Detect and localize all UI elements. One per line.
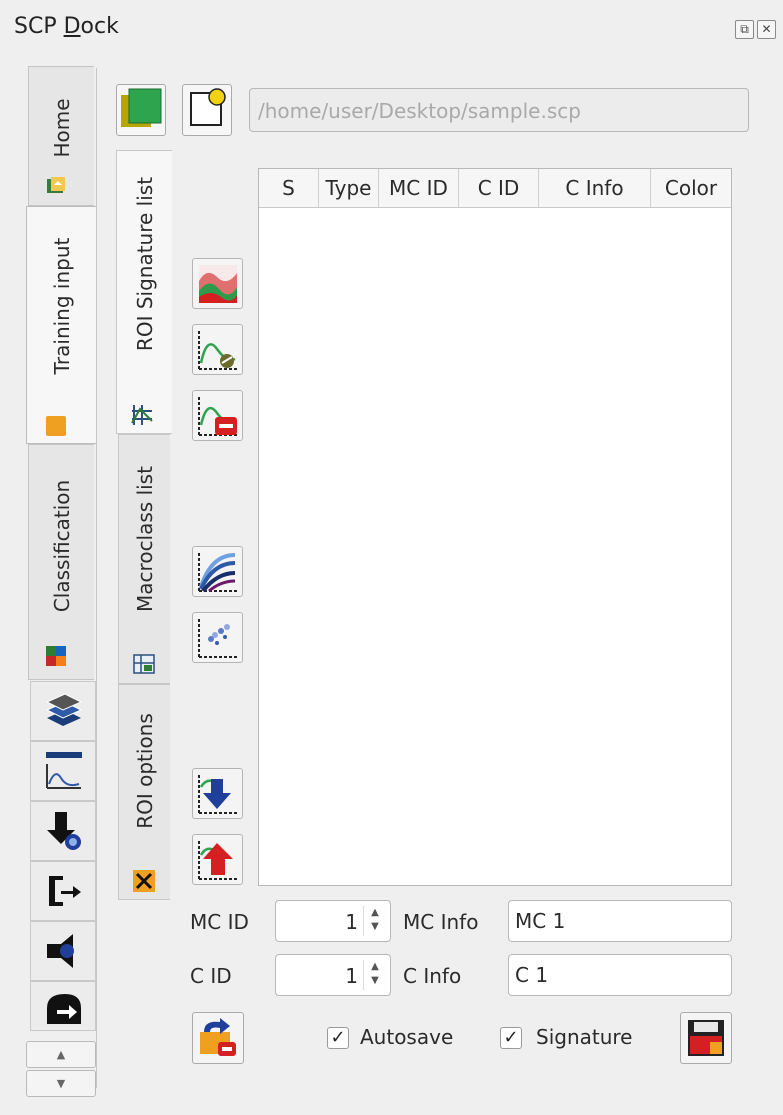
delete-signatures-button[interactable] <box>192 390 243 441</box>
spectral-plot-icon <box>46 752 82 789</box>
tool-tab-preprocessing[interactable] <box>30 861 96 921</box>
roi-signature-icon <box>131 405 153 425</box>
tool-tab-band-calc[interactable] <box>30 981 96 1031</box>
merge-signatures-icon <box>199 265 237 303</box>
postprocessing-icon <box>47 934 74 968</box>
table-body[interactable] <box>259 208 731 886</box>
autosave-checkbox[interactable]: ✓ <box>327 1027 349 1049</box>
c-id-spinbox[interactable]: 1 ▲ ▼ <box>275 954 391 996</box>
tab-roi-options-label: ROI options <box>132 712 157 829</box>
open-training-input-icon <box>190 88 226 126</box>
macroclass-icon <box>133 654 155 674</box>
spectral-signature-plot-button[interactable] <box>192 546 243 597</box>
roi-options-icon <box>133 870 155 892</box>
import-signatures-button[interactable] <box>192 768 243 819</box>
float-icon[interactable]: ⧉ <box>735 20 754 39</box>
table-header: S Type MC ID C ID C Info Color <box>259 169 731 208</box>
preprocessing-icon <box>49 876 81 906</box>
close-icon[interactable]: ✕ <box>757 20 776 39</box>
c-info-field[interactable]: C 1 <box>508 954 732 996</box>
signature-checkbox[interactable]: ✓ <box>500 1027 522 1049</box>
column-header-color[interactable]: Color <box>651 169 731 207</box>
home-icon <box>47 177 65 193</box>
export-signatures-icon <box>198 841 237 880</box>
c-id-stepper-arrows[interactable]: ▲ ▼ <box>363 960 386 990</box>
export-signatures-button[interactable] <box>192 834 243 885</box>
tab-classification[interactable]: Classification <box>28 444 94 680</box>
save-roi-button[interactable] <box>680 1012 732 1064</box>
tab-training-input-label: Training input <box>49 237 74 375</box>
mc-id-spinbox[interactable]: 1 ▲ ▼ <box>275 900 391 942</box>
tab-home-label: Home <box>49 98 74 158</box>
tab-macroclass-list[interactable]: Macroclass list <box>118 434 170 684</box>
save-roi-icon <box>688 1020 724 1056</box>
training-input-icon <box>46 416 66 436</box>
merge-signatures-button[interactable] <box>192 258 243 309</box>
tool-tab-download[interactable] <box>30 801 96 861</box>
roi-signature-table[interactable]: S Type MC ID C ID C Info Color <box>258 168 732 886</box>
undo-save-icon <box>200 1018 236 1056</box>
column-header-mc-id[interactable]: MC ID <box>379 169 459 207</box>
training-file-path-field[interactable]: /home/user/Desktop/sample.scp <box>249 88 749 132</box>
undo-save-button[interactable] <box>192 1012 244 1064</box>
c-id-value: 1 <box>345 964 358 988</box>
spectral-signature-plot-icon <box>198 553 237 593</box>
new-training-input-button[interactable] <box>116 84 166 136</box>
tab-training-input[interactable]: Training input <box>26 206 96 444</box>
delete-signatures-icon <box>198 397 237 436</box>
column-header-c-id[interactable]: C ID <box>459 169 539 207</box>
c-info-label: C Info <box>403 964 462 988</box>
tool-tab-postprocessing[interactable] <box>30 921 96 981</box>
band-calc-icon <box>47 994 81 1024</box>
tab-roi-signature-list-label: ROI Signature list <box>132 176 157 351</box>
autosave-label: Autosave <box>360 1025 454 1049</box>
band-set-icon <box>45 693 83 726</box>
tool-tab-band-set[interactable] <box>30 681 96 741</box>
mc-info-field[interactable]: MC 1 <box>508 900 732 942</box>
scroll-down-button[interactable]: ▼ <box>26 1070 96 1097</box>
tab-roi-signature-list[interactable]: ROI Signature list <box>116 150 172 434</box>
tab-home[interactable]: Home <box>28 66 94 206</box>
scatter-plot-icon <box>198 619 237 658</box>
tab-classification-label: Classification <box>49 479 74 612</box>
new-training-input-icon <box>121 88 162 127</box>
tab-macroclass-list-label: Macroclass list <box>132 466 157 613</box>
download-icon <box>47 812 81 850</box>
dock-title: SCP Dock <box>14 14 119 39</box>
calculate-signatures-icon <box>198 331 237 370</box>
open-training-input-button[interactable] <box>182 84 232 136</box>
column-header-s[interactable]: S <box>259 169 319 207</box>
mc-id-stepper-arrows[interactable]: ▲ ▼ <box>363 906 386 936</box>
classification-icon <box>46 646 66 666</box>
mc-info-label: MC Info <box>403 910 479 934</box>
import-signatures-icon <box>198 775 237 814</box>
scatter-plot-button[interactable] <box>192 612 243 663</box>
tab-roi-options[interactable]: ROI options <box>118 684 170 900</box>
calculate-signatures-button[interactable] <box>192 324 243 375</box>
tool-tab-spectral-plot[interactable] <box>30 741 96 801</box>
mc-id-value: 1 <box>345 910 358 934</box>
signature-label: Signature <box>536 1025 633 1049</box>
column-header-type[interactable]: Type <box>319 169 379 207</box>
mc-id-label: MC ID <box>190 910 249 934</box>
scroll-up-button[interactable]: ▲ <box>26 1041 96 1068</box>
c-id-label: C ID <box>190 964 232 988</box>
column-header-c-info[interactable]: C Info <box>539 169 651 207</box>
